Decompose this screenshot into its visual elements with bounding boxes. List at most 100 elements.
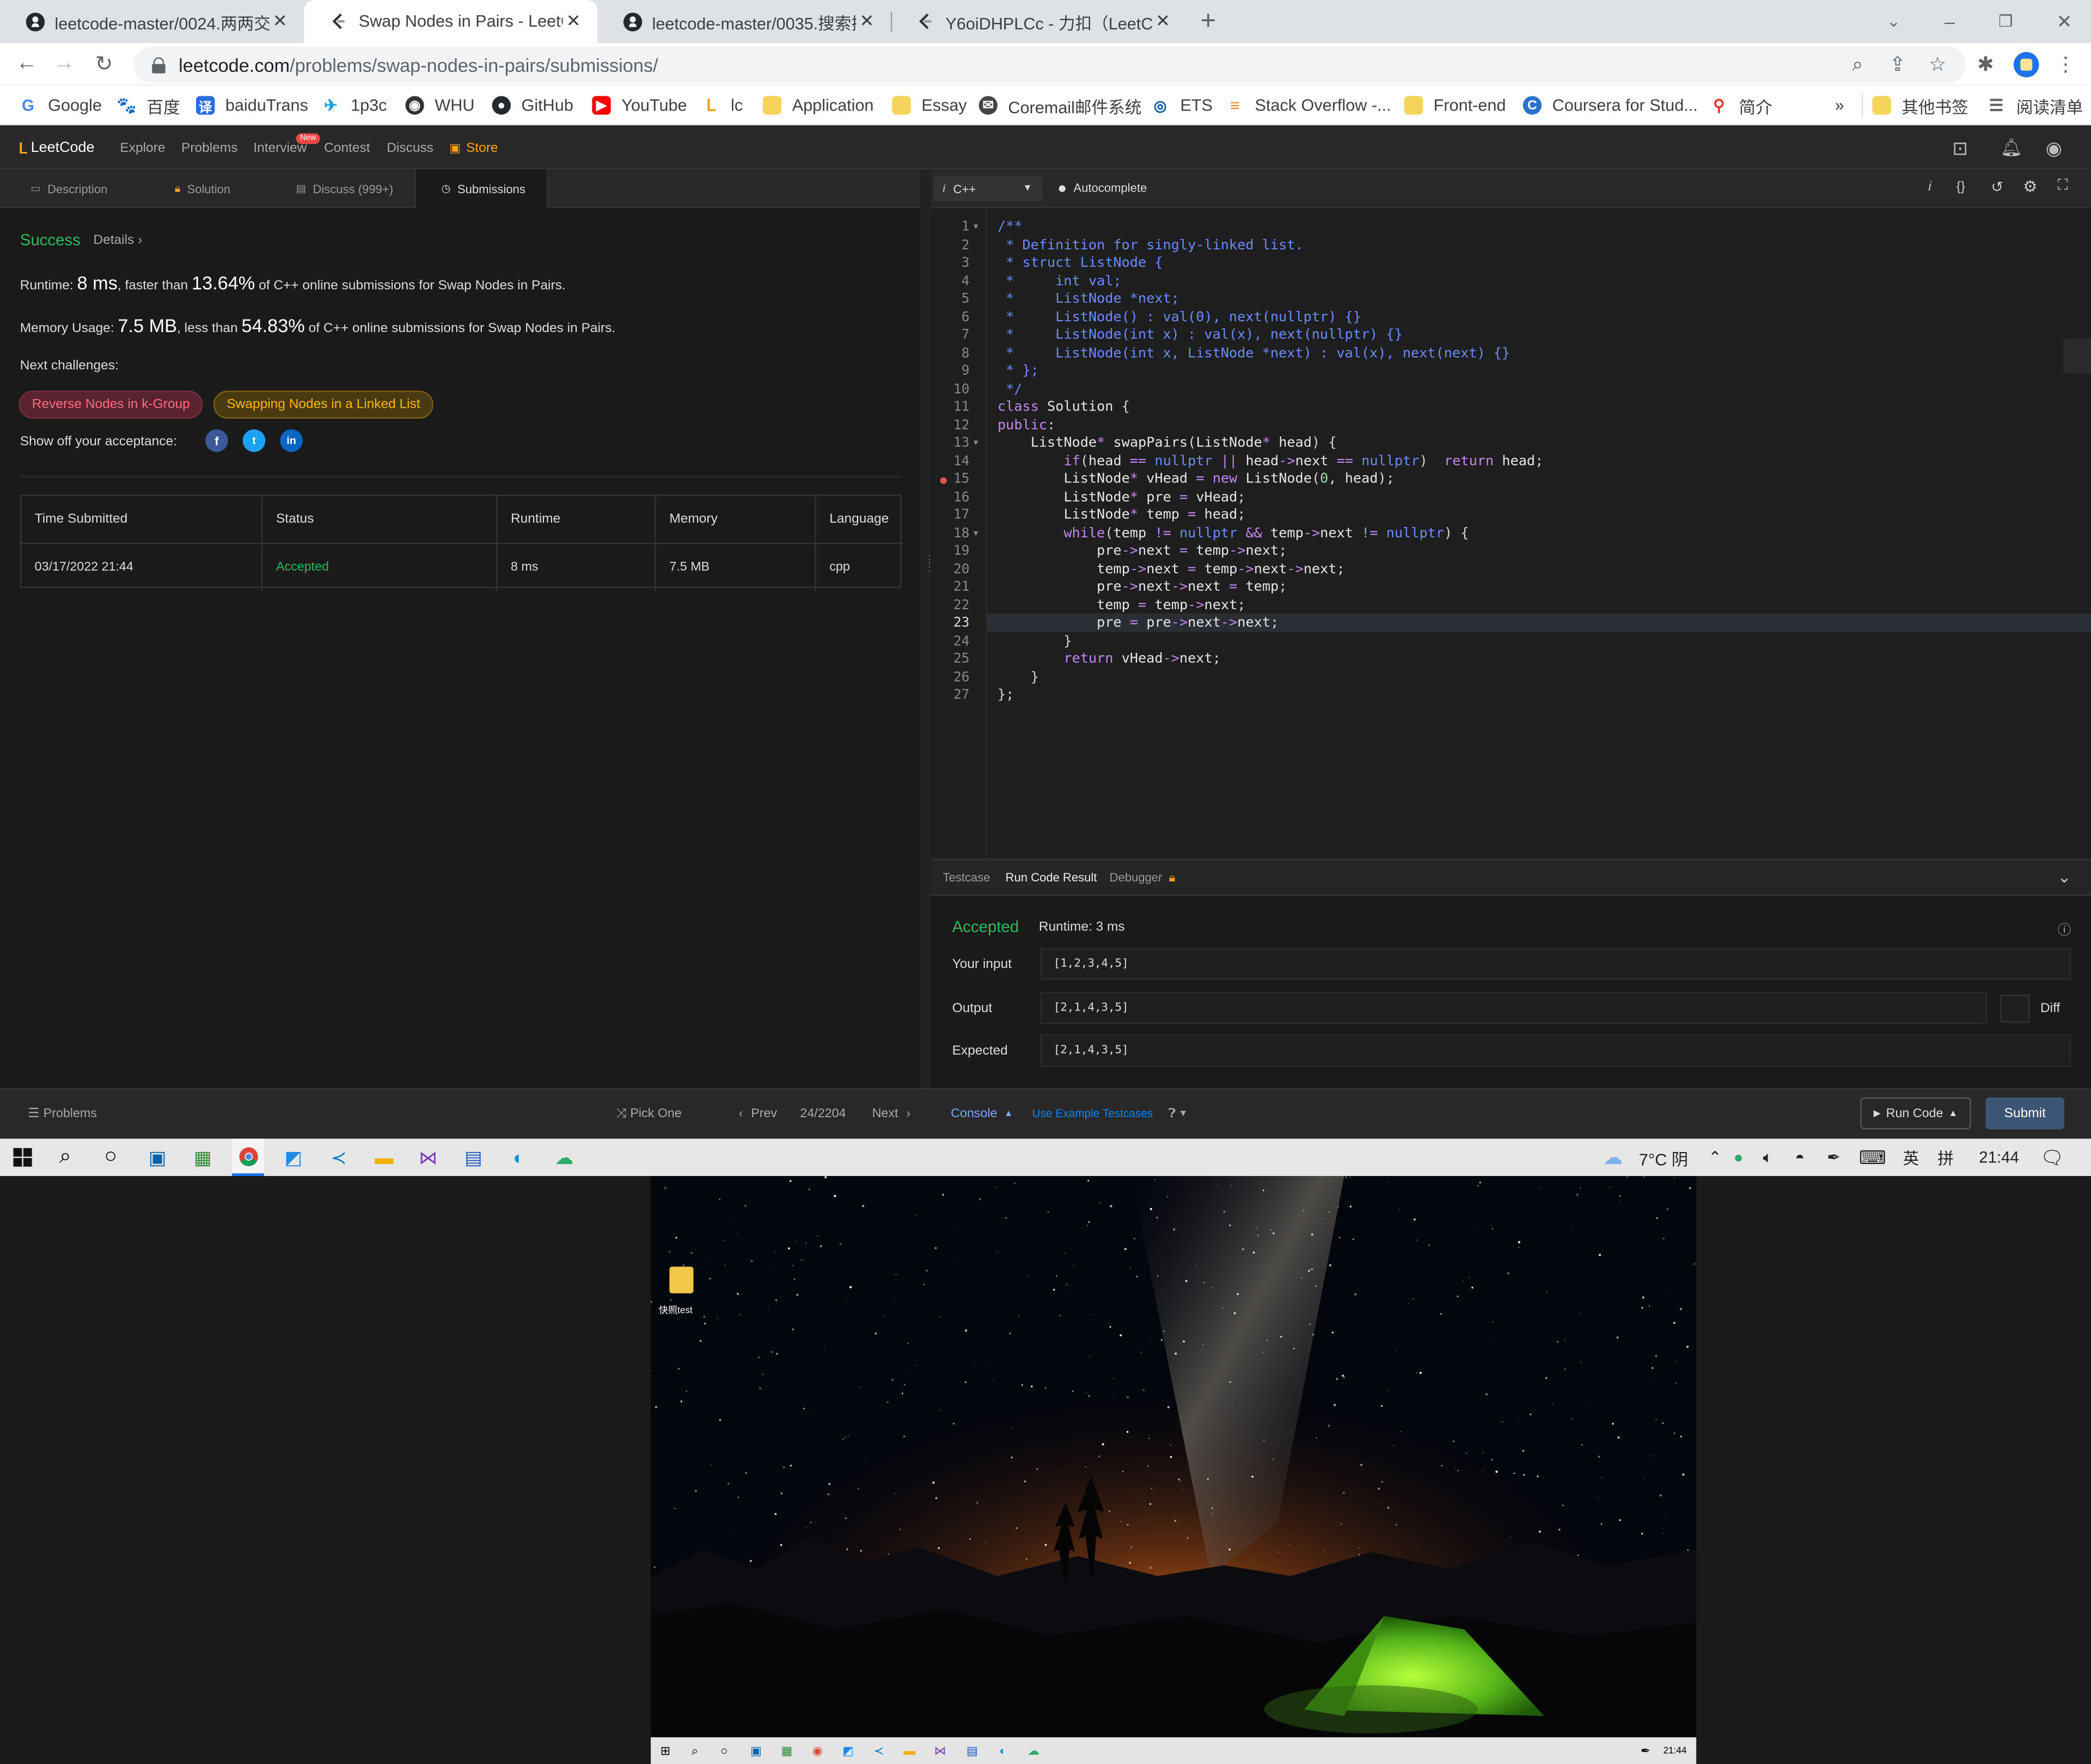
close-icon[interactable]: ✕ xyxy=(563,11,584,32)
windows-start-icon[interactable]: ⊞ xyxy=(656,1737,675,1764)
zoom-search-icon[interactable]: ⌕ xyxy=(1841,42,1875,85)
settings-gear-icon[interactable]: ⚙ xyxy=(2023,177,2037,196)
info-icon[interactable]: i xyxy=(1928,180,1931,195)
desktop-folder-label[interactable]: 快照test xyxy=(659,1304,693,1317)
weather-text[interactable]: 7°C 阴 xyxy=(1639,1138,1688,1176)
new-tab-plus-icon[interactable]: + xyxy=(1189,0,1227,42)
chrome-icon[interactable]: ◉ xyxy=(808,1737,827,1764)
bookmarks-overflow-chevron-icon[interactable]: » xyxy=(1835,85,1844,125)
code-line[interactable]: class Solution { xyxy=(998,399,1130,416)
fold-caret-icon[interactable]: ▾ xyxy=(974,434,979,452)
code-line[interactable]: * struct ListNode { xyxy=(998,255,1163,273)
folder-icon[interactable] xyxy=(667,1266,696,1296)
toggle-switch[interactable] xyxy=(2000,994,2030,1023)
app-icon[interactable]: ▦ xyxy=(188,1138,217,1176)
braces-icon[interactable]: {} xyxy=(1957,180,1965,195)
fold-caret-icon[interactable]: ▾ xyxy=(974,525,979,543)
wechat-tray-icon[interactable]: ● xyxy=(1734,1138,1744,1176)
bookmark[interactable]: ◉ WHU xyxy=(405,85,474,125)
close-icon[interactable]: ✕ xyxy=(1152,11,1173,32)
user-avatar-icon[interactable]: ◉ xyxy=(2046,127,2062,169)
bookmark[interactable]: C Coursera for Stud... xyxy=(1523,85,1698,125)
bookmark[interactable]: ᒪ lc xyxy=(701,85,743,125)
code-line[interactable]: ListNode* swapPairs(ListNode* head) { xyxy=(998,434,1337,452)
browser-tab-active[interactable]: Swap Nodes in Pairs - LeetCode ✕ xyxy=(304,0,598,43)
bookmark[interactable]: ✉ Coremail邮件系统 xyxy=(979,85,1141,125)
wechat-icon[interactable]: ☁ xyxy=(549,1138,579,1176)
problems-button[interactable]: ☰ Problems xyxy=(28,1088,97,1138)
reading-list[interactable]: ☰ 阅读清单 xyxy=(1987,85,2083,125)
code-line[interactable]: */ xyxy=(998,381,1022,399)
code-line[interactable]: * ListNode(int x) : val(x), next(nullptr… xyxy=(998,327,1403,345)
submit-button[interactable]: Submit xyxy=(1985,1097,2065,1130)
vscode-icon[interactable]: ≺ xyxy=(324,1138,353,1176)
code-line[interactable]: pre->next->next = temp; xyxy=(998,579,1287,597)
nav-contest[interactable]: Contest xyxy=(324,127,370,169)
qq-icon[interactable]: ◓ xyxy=(1795,1138,1805,1176)
speaker-icon[interactable]: 🔈︎ xyxy=(1763,1138,1773,1176)
nav-explore[interactable]: Explore xyxy=(120,127,165,169)
code-line[interactable]: if(head == nullptr || head->next == null… xyxy=(998,452,1543,470)
pen-icon[interactable]: ✒ xyxy=(1637,1737,1653,1764)
browser-tab[interactable]: leetcode-master/0024.两两交换 ✕ xyxy=(0,0,304,42)
tab-description[interactable]: ▭ Description xyxy=(30,169,107,208)
app-icon[interactable]: ◩ xyxy=(279,1138,308,1176)
extensions-puzzle-icon[interactable]: ✱ xyxy=(1968,42,2003,85)
tab-search-chevron-icon[interactable]: ⌄ xyxy=(1875,0,1912,42)
app-icon[interactable]: ▣ xyxy=(143,1138,172,1176)
edge-icon[interactable]: ◐ xyxy=(504,1138,534,1176)
bookmark[interactable]: ● GitHub xyxy=(492,85,573,125)
code-line[interactable]: temp = temp->next; xyxy=(998,597,1245,615)
chrome-icon[interactable] xyxy=(232,1138,264,1176)
bookmark[interactable]: 译 baiduTrans xyxy=(196,85,308,125)
code-line[interactable]: public: xyxy=(998,416,1055,434)
leetcode-logo[interactable]: ᒪ LeetCode xyxy=(19,127,94,169)
collapse-chevron-icon[interactable]: ⌄ xyxy=(2058,859,2071,896)
back-arrow-icon[interactable]: ← xyxy=(8,42,46,85)
share-icon[interactable]: ⇪ xyxy=(1880,42,1915,85)
bookmark[interactable]: ⚲ 简介 xyxy=(1710,85,1772,125)
facebook-icon[interactable]: f xyxy=(205,429,228,452)
edge-icon[interactable]: ◐ xyxy=(993,1737,1012,1764)
next-button[interactable]: Next › xyxy=(872,1088,910,1138)
ime-mode[interactable]: 拼 xyxy=(1937,1138,1953,1176)
visual-studio-icon[interactable]: ⋈ xyxy=(413,1138,443,1176)
search-icon[interactable]: ⌕ xyxy=(51,1138,80,1176)
bookmark-star-icon[interactable]: ☆ xyxy=(1921,42,1955,85)
bookmark[interactable]: ▶ YouTube xyxy=(592,85,687,125)
help-icon[interactable]: ⓘ xyxy=(2058,918,2071,939)
cortana-icon[interactable]: ○ xyxy=(715,1737,733,1764)
reset-icon[interactable]: ↺ xyxy=(1991,179,2003,196)
bookmark[interactable]: G Google xyxy=(19,85,102,125)
tab-debugger[interactable]: Debugger 🔒︎ xyxy=(1110,859,1176,896)
fullscreen-icon[interactable]: ⛶ xyxy=(2058,177,2068,195)
code-line[interactable]: * Definition for singly-linked list. xyxy=(998,237,1304,255)
code-line[interactable]: pre = pre->next->next; xyxy=(998,615,1279,633)
nav-interview[interactable]: Interview xyxy=(253,127,307,169)
help-icon[interactable]: ❓︎ ▼ xyxy=(1168,1088,1188,1138)
address-bar[interactable]: leetcode.com/problems/swap-nodes-in-pair… xyxy=(133,46,1966,83)
cortana-icon[interactable]: ○ xyxy=(96,1138,125,1176)
minimize-icon[interactable]: – xyxy=(1931,0,1968,42)
app-icon[interactable]: ▦ xyxy=(778,1737,796,1764)
bookmark[interactable]: 🐾 百度 xyxy=(117,85,180,125)
code-line[interactable]: ListNode* vHead = new ListNode(0, head); xyxy=(998,470,1395,488)
nav-store[interactable]: ▣ Store xyxy=(449,127,498,169)
tab-discuss[interactable]: ▤ Discuss (999+) xyxy=(296,169,393,208)
fold-caret-icon[interactable]: ▾ xyxy=(974,219,979,237)
nav-problems[interactable]: Problems xyxy=(181,127,237,169)
file-explorer-icon[interactable]: ▬ xyxy=(900,1737,919,1764)
playground-icon[interactable]: ⊡ xyxy=(1952,127,1968,169)
more-menu-icon[interactable]: ⋮ xyxy=(2049,42,2083,85)
challenge-chip-medium[interactable]: Swapping Nodes in a Linked List xyxy=(213,390,434,419)
nested-clock[interactable]: 21:44 xyxy=(1659,1737,1691,1764)
accepted-link[interactable]: Accepted xyxy=(262,544,498,591)
ime-indicator[interactable]: 英 xyxy=(1903,1138,1919,1176)
nav-discuss[interactable]: Discuss xyxy=(387,127,433,169)
language-select[interactable]: i C++ ▼ xyxy=(933,176,1043,201)
tab-submissions[interactable]: ◷ Submissions xyxy=(414,169,548,209)
restore-icon[interactable]: ❐ xyxy=(1987,0,2025,42)
diff-toggle[interactable]: Diff xyxy=(2000,994,2071,1023)
other-bookmarks[interactable]: 其他书签 xyxy=(1872,85,1968,125)
side-panel-handle[interactable] xyxy=(2063,339,2091,373)
